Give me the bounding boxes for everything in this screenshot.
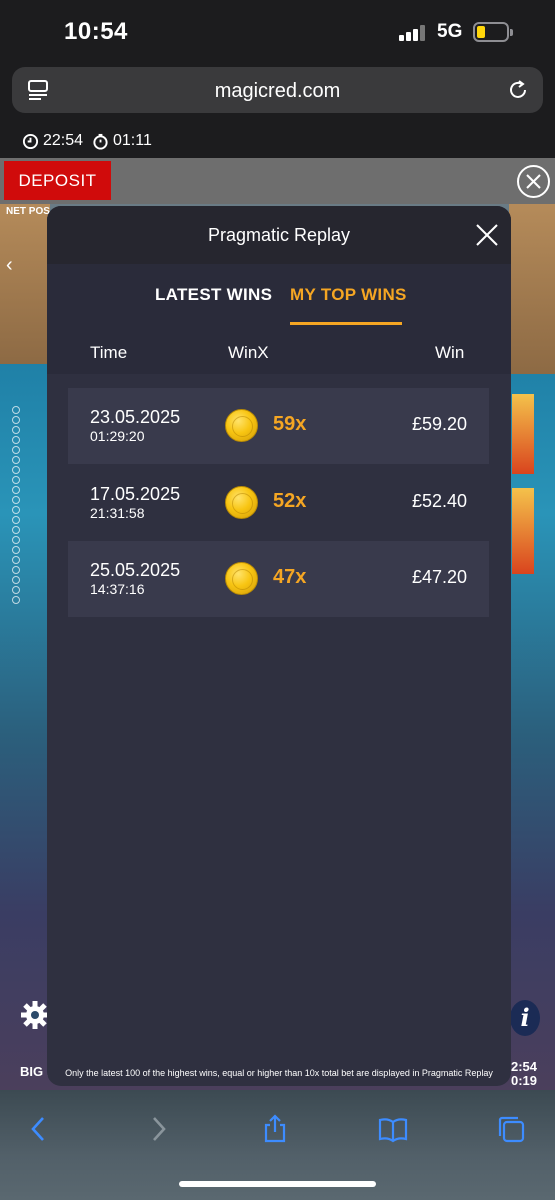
- coin-icon: [225, 486, 258, 519]
- session-duration-text: 01:11: [113, 132, 152, 149]
- session-timer-bar: 22:54 01:11: [0, 124, 555, 158]
- modal-tabs: LATEST WINS MY TOP WINS: [47, 264, 511, 326]
- active-tab-indicator: [290, 322, 402, 325]
- net-position-label: NET POS: [6, 206, 50, 217]
- settings-gear-icon[interactable]: [20, 1000, 50, 1030]
- rock-left: [0, 204, 50, 364]
- row-date: 23.05.2025: [90, 407, 181, 427]
- table-row[interactable]: 23.05.2025 01:29:20 59x £59.20: [68, 388, 489, 464]
- row-time: 21:31:58: [90, 505, 145, 521]
- row-time: 01:29:20: [90, 428, 145, 444]
- battery-icon: [473, 22, 513, 42]
- info-icon[interactable]: i: [510, 1000, 540, 1036]
- clock-time-text: 22:54: [43, 132, 84, 149]
- modal-footnote: Only the latest 100 of the highest wins,…: [65, 1068, 493, 1078]
- close-icon: [526, 174, 541, 189]
- modal-header: Pragmatic Replay: [47, 206, 511, 264]
- column-header-time: Time: [90, 343, 128, 362]
- row-multiplier: 52x: [273, 490, 307, 512]
- table-row[interactable]: 17.05.2025 21:31:58 52x £52.40: [68, 465, 489, 541]
- home-indicator: [179, 1181, 376, 1187]
- session-duration: 01:11: [92, 132, 152, 150]
- address-bar-area: magicred.com: [0, 62, 555, 124]
- row-date: 17.05.2025: [90, 484, 181, 504]
- modal-title: Pragmatic Replay: [207, 225, 351, 245]
- bubbles-left: [12, 404, 28, 606]
- coin-icon: [225, 409, 258, 442]
- bottom-left-label: BIG I: [20, 1064, 51, 1079]
- signal-icon: [399, 25, 429, 41]
- row-win-amount: £52.40: [411, 491, 467, 511]
- screen: 10:54 5G magicred.com 22:54 01:11 DEPOSI…: [0, 0, 555, 1200]
- pragmatic-replay-modal: Pragmatic Replay LATEST WINS MY TOP WINS…: [47, 206, 511, 1086]
- tab-latest-wins[interactable]: LATEST WINS: [155, 285, 272, 305]
- network-type: 5G: [437, 21, 463, 42]
- modal-close-icon[interactable]: [475, 223, 499, 247]
- reel-right-top: [512, 394, 534, 474]
- column-header-winx: WinX: [228, 343, 269, 362]
- rock-right: [509, 204, 555, 374]
- clock-time: 22:54: [22, 132, 83, 150]
- reel-right-bottom: [512, 488, 534, 574]
- status-time: 10:54: [64, 18, 128, 45]
- tab-my-top-wins[interactable]: MY TOP WINS: [290, 285, 407, 305]
- back-icon[interactable]: [24, 1114, 54, 1144]
- deposit-bar: DEPOSIT: [0, 158, 555, 204]
- reload-icon[interactable]: [505, 77, 531, 103]
- url-text[interactable]: magicred.com: [12, 80, 543, 103]
- stopwatch-icon: [93, 133, 108, 150]
- clock-icon: [22, 133, 39, 149]
- close-game-button[interactable]: [517, 165, 550, 198]
- row-win-amount: £59.20: [411, 414, 467, 434]
- table-row[interactable]: 25.05.2025 14:37:16 47x £47.20: [68, 541, 489, 617]
- row-multiplier: 47x: [273, 566, 307, 588]
- bookmarks-icon[interactable]: [378, 1114, 408, 1144]
- coin-icon: [225, 562, 258, 595]
- address-bar[interactable]: magicred.com: [12, 67, 543, 113]
- row-multiplier: 59x: [273, 413, 307, 435]
- deposit-button[interactable]: DEPOSIT: [4, 161, 111, 200]
- right-clock-line2: 0:19: [511, 1073, 538, 1088]
- share-icon[interactable]: [260, 1114, 290, 1144]
- right-clock-line1: 2:54: [511, 1059, 538, 1074]
- row-date: 25.05.2025: [90, 560, 181, 580]
- forward-icon[interactable]: [143, 1114, 173, 1144]
- column-header-win: Win: [435, 343, 465, 362]
- row-time: 14:37:16: [90, 581, 145, 597]
- table-header: Time WinX Win: [47, 326, 511, 374]
- row-win-amount: £47.20: [411, 567, 467, 587]
- status-bar: 10:54 5G: [0, 0, 555, 62]
- game-back-icon[interactable]: ‹: [6, 254, 13, 277]
- tabs-overview-icon[interactable]: [496, 1114, 526, 1144]
